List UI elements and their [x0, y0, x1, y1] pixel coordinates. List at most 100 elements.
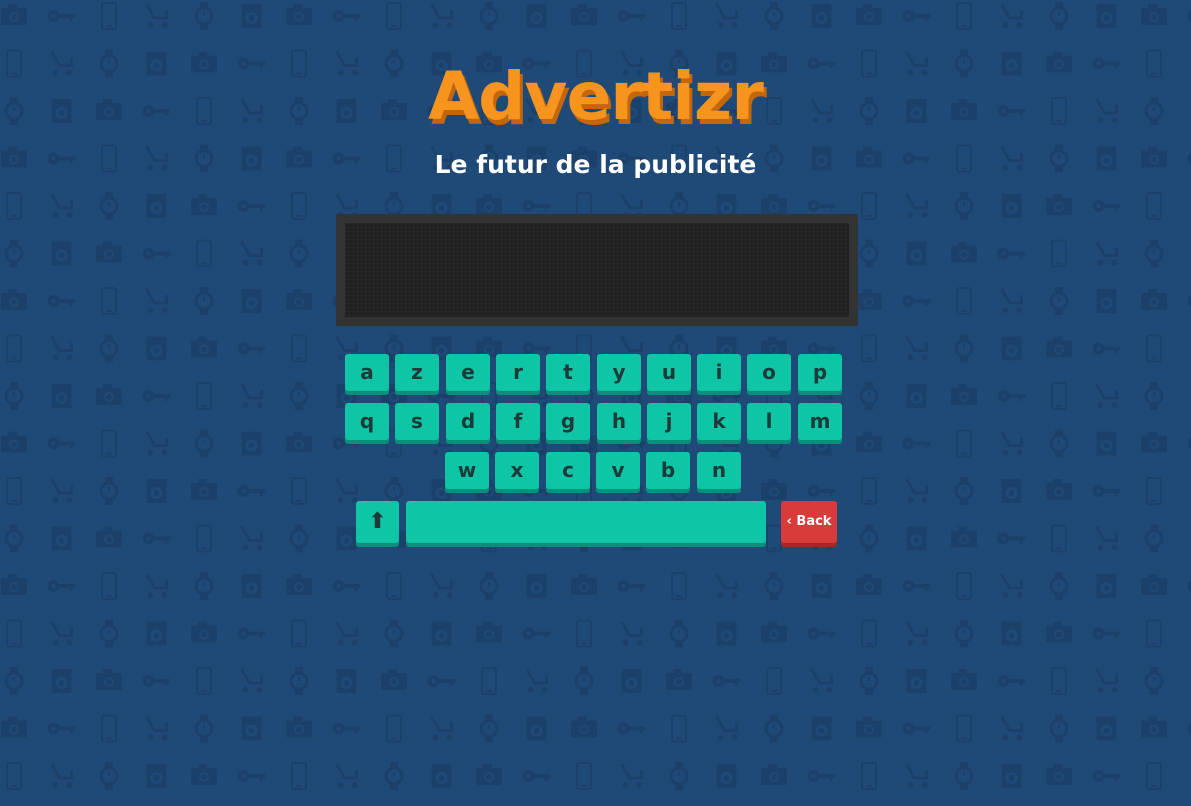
phone-icon [1051, 239, 1067, 268]
key-icon [807, 627, 836, 640]
key-icon [902, 10, 931, 22]
watch-icon [4, 665, 24, 697]
washing-machine-icon [1001, 621, 1022, 646]
camera-icon [1141, 716, 1167, 738]
camera-icon [1046, 621, 1072, 643]
stroller-icon [905, 335, 929, 362]
phone-icon [956, 429, 972, 458]
key-t[interactable]: t [546, 354, 590, 391]
camera-icon [476, 194, 502, 215]
key-icon [522, 770, 551, 782]
phone-icon [1146, 334, 1162, 363]
key-icon [522, 200, 551, 212]
back-button[interactable]: ‹ Back [781, 501, 837, 543]
washing-machine-icon [51, 241, 72, 266]
led-display [345, 223, 849, 317]
watch-icon [1049, 713, 1069, 744]
key-icon [237, 485, 266, 497]
key-r[interactable]: r [496, 354, 540, 391]
key-k[interactable]: k [697, 403, 741, 440]
washing-machine-icon [526, 574, 547, 598]
stroller-icon [1095, 525, 1119, 552]
key-x[interactable]: x [495, 452, 539, 489]
camera-icon [856, 4, 882, 25]
key-icon [237, 200, 266, 212]
washing-machine-icon [621, 669, 642, 693]
phone-icon [101, 714, 117, 743]
phone-icon [196, 524, 212, 553]
washing-machine-icon [51, 669, 72, 693]
key-d[interactable]: d [446, 403, 490, 440]
watch-icon [574, 665, 594, 697]
camera-icon [1046, 194, 1072, 215]
washing-machine-icon [241, 431, 262, 456]
key-icon [237, 770, 266, 782]
space-bar[interactable] [406, 501, 766, 543]
phone-icon [956, 714, 972, 743]
key-w[interactable]: w [445, 452, 489, 489]
phone-icon [861, 619, 877, 648]
phone-icon [576, 762, 592, 790]
camera-icon [96, 384, 122, 405]
camera-icon [1141, 574, 1167, 595]
camera-icon [1046, 764, 1072, 785]
stroller-icon [145, 287, 169, 315]
key-a[interactable]: a [345, 354, 389, 391]
stroller-icon [715, 2, 739, 30]
key-icon [997, 390, 1026, 402]
key-q[interactable]: q [345, 403, 389, 440]
washing-machine-icon [431, 764, 452, 788]
washing-machine-icon [1096, 716, 1117, 741]
key-c[interactable]: c [546, 452, 590, 489]
key-h[interactable]: h [597, 403, 641, 440]
phone-icon [1146, 477, 1162, 505]
key-n[interactable]: n [697, 452, 741, 489]
camera-icon [286, 289, 312, 310]
key-e[interactable]: e [446, 354, 490, 391]
key-v[interactable]: v [596, 452, 640, 489]
camera-icon [761, 621, 787, 643]
key-z[interactable]: z [395, 354, 439, 391]
camera-icon [571, 574, 597, 595]
shift-key[interactable]: ⬆ [356, 501, 399, 543]
key-m[interactable]: m [798, 403, 842, 440]
camera-icon [96, 241, 122, 263]
key-f[interactable]: f [496, 403, 540, 440]
key-p[interactable]: p [798, 354, 842, 391]
key-l[interactable]: l [747, 403, 791, 440]
camera-icon [571, 716, 597, 738]
key-icon [47, 437, 76, 450]
key-g[interactable]: g [546, 403, 590, 440]
camera-icon [476, 621, 502, 643]
camera-icon [1046, 336, 1072, 358]
key-b[interactable]: b [646, 452, 690, 489]
stroller-icon [240, 667, 264, 695]
stroller-icon [715, 572, 739, 600]
phone-icon [101, 429, 117, 458]
washing-machine-icon [241, 4, 262, 28]
stroller-icon [50, 335, 74, 362]
stroller-icon [905, 762, 929, 790]
key-j[interactable]: j [647, 403, 691, 440]
key-i[interactable]: i [697, 354, 741, 391]
stroller-icon [335, 620, 359, 647]
watch-icon [384, 618, 404, 649]
key-o[interactable]: o [747, 354, 791, 391]
watch-icon [764, 570, 784, 602]
key-icon [902, 295, 931, 307]
phone-icon [6, 762, 22, 790]
watch-icon [954, 190, 974, 222]
key-u[interactable]: u [647, 354, 691, 391]
key-y[interactable]: y [597, 354, 641, 391]
washing-machine-icon [146, 336, 167, 361]
phone-icon [576, 619, 592, 648]
key-icon [1187, 10, 1191, 22]
camera-icon [951, 384, 977, 405]
stroller-icon [145, 2, 169, 30]
key-icon [237, 342, 266, 355]
washing-machine-icon [811, 716, 832, 741]
key-s[interactable]: s [395, 403, 439, 440]
phone-icon [386, 572, 402, 600]
key-icon [617, 580, 646, 592]
key-icon [997, 675, 1026, 687]
